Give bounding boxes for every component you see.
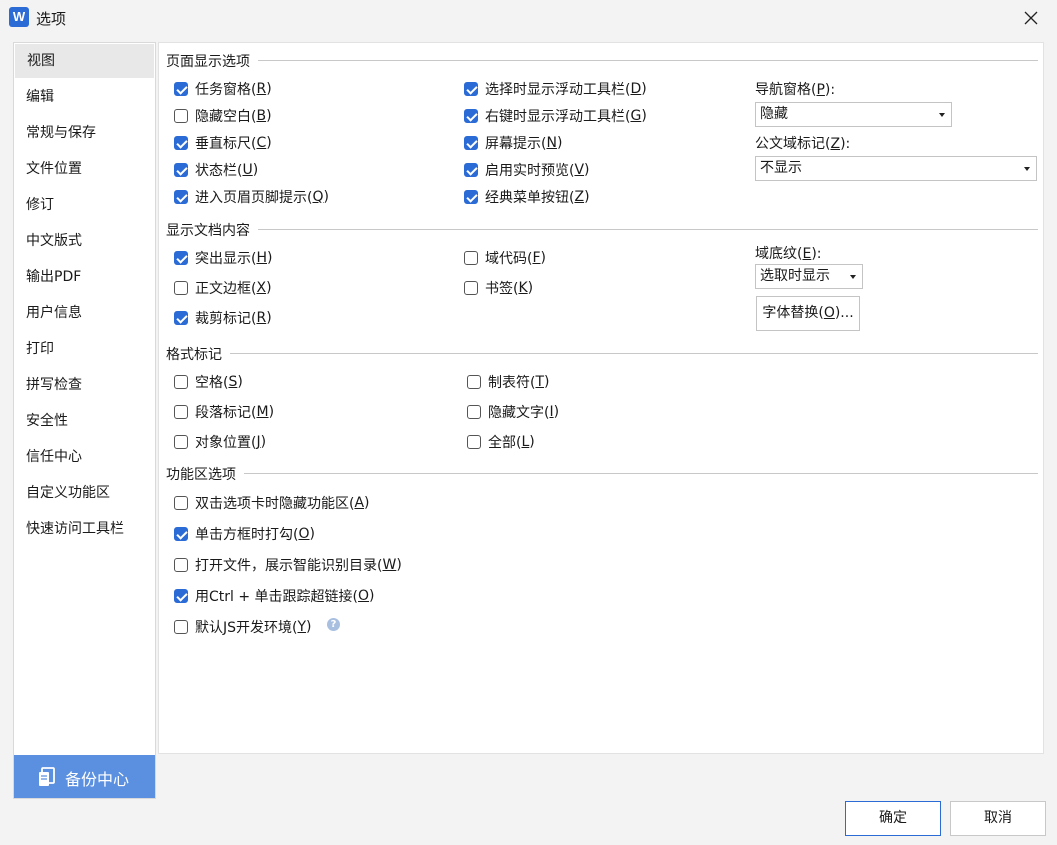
sidebar-item-quick-access-toolbar[interactable]: 快速访问工具栏	[14, 512, 155, 546]
checkbox-screen-tips[interactable]: 屏幕提示(N)	[464, 133, 562, 153]
checkbox-box	[464, 82, 478, 96]
sidebar-item-view[interactable]: 视图	[15, 44, 154, 78]
checkbox-click-to-check[interactable]: 单击方框时打勾(O)	[174, 524, 315, 544]
sidebar-item-spell-check[interactable]: 拼写检查	[14, 368, 155, 402]
checkbox-box	[174, 527, 188, 541]
checkbox-all-marks[interactable]: 全部(L)	[467, 432, 535, 452]
checkbox-box	[464, 136, 478, 150]
checkbox-float-toolbar-rightclick[interactable]: 右键时显示浮动工具栏(G)	[464, 106, 647, 126]
section-divider	[258, 229, 1038, 230]
checkbox-box	[464, 109, 478, 123]
checkbox-object-anchors[interactable]: 对象位置(J)	[174, 432, 266, 452]
checkbox-box	[174, 136, 188, 150]
checkbox-text-boundaries[interactable]: 正文边框(X)	[174, 278, 272, 298]
checkbox-box	[174, 558, 188, 572]
view-options-panel: 页面显示选项 任务窗格(R) 隐藏空白(B) 垂直标尺(C) 状态栏(U) 进入…	[158, 42, 1044, 754]
checkbox-field-codes[interactable]: 域代码(F)	[464, 248, 546, 268]
checkbox-live-preview[interactable]: 启用实时预览(V)	[464, 160, 590, 180]
ok-button[interactable]: 确定	[845, 801, 941, 836]
sidebar-item-edit[interactable]: 编辑	[14, 80, 155, 114]
field-mark-label: 公文域标记(Z):	[755, 136, 851, 152]
checkbox-task-pane[interactable]: 任务窗格(R)	[174, 79, 272, 99]
sidebar-item-chinese-layout[interactable]: 中文版式	[14, 224, 155, 258]
sidebar-item-export-pdf[interactable]: 输出PDF	[14, 260, 155, 294]
nav-pane-dropdown[interactable]: 隐藏	[755, 102, 952, 127]
sidebar-item-print[interactable]: 打印	[14, 332, 155, 366]
section-title-format-marks: 格式标记	[166, 347, 222, 363]
checkbox-box	[174, 435, 188, 449]
sidebar-item-user-info[interactable]: 用户信息	[14, 296, 155, 330]
checkbox-box	[467, 435, 481, 449]
checkbox-highlight[interactable]: 突出显示(H)	[174, 248, 272, 268]
checkbox-ctrl-click-hyperlink[interactable]: 用Ctrl + 单击跟踪超链接(O)	[174, 586, 375, 606]
options-sidebar: 视图 编辑 常规与保存 文件位置 修订 中文版式 输出PDF 用户信息 打印 拼…	[13, 42, 156, 799]
chevron-down-icon	[939, 113, 945, 117]
checkbox-box	[464, 190, 478, 204]
cancel-button[interactable]: 取消	[950, 801, 1046, 836]
close-button[interactable]	[1016, 4, 1046, 32]
field-shading-label: 域底纹(E):	[755, 246, 822, 262]
backup-center-button[interactable]: 备份中心	[14, 755, 155, 798]
nav-pane-label: 导航窗格(P):	[755, 82, 836, 98]
checkbox-box	[174, 589, 188, 603]
checkbox-status-bar[interactable]: 状态栏(U)	[174, 160, 258, 180]
sidebar-item-general-save[interactable]: 常规与保存	[14, 116, 155, 150]
close-icon	[1024, 11, 1038, 25]
checkbox-classic-menu[interactable]: 经典菜单按钮(Z)	[464, 187, 590, 207]
backup-center-label: 备份中心	[65, 770, 130, 789]
help-icon[interactable]: ?	[327, 618, 340, 631]
chevron-down-icon	[850, 275, 856, 279]
checkbox-box	[174, 375, 188, 389]
field-mark-dropdown[interactable]: 不显示	[755, 156, 1037, 181]
checkbox-box	[464, 251, 478, 265]
checkbox-box	[174, 190, 188, 204]
checkbox-box	[174, 82, 188, 96]
checkbox-box	[464, 163, 478, 177]
sidebar-item-security[interactable]: 安全性	[14, 404, 155, 438]
checkbox-float-toolbar-select[interactable]: 选择时显示浮动工具栏(D)	[464, 79, 647, 99]
checkbox-box	[174, 251, 188, 265]
sidebar-item-customize-ribbon[interactable]: 自定义功能区	[14, 476, 155, 510]
section-divider	[258, 60, 1038, 61]
checkbox-box	[467, 405, 481, 419]
checkbox-paragraph-marks[interactable]: 段落标记(M)	[174, 402, 274, 422]
section-title-page-display: 页面显示选项	[166, 54, 250, 70]
checkbox-box	[174, 163, 188, 177]
wps-writer-icon: W	[9, 7, 29, 27]
checkbox-dblclick-hide-ribbon[interactable]: 双击选项卡时隐藏功能区(A)	[174, 493, 370, 513]
checkbox-box	[174, 281, 188, 295]
sidebar-item-revisions[interactable]: 修订	[14, 188, 155, 222]
field-shading-dropdown[interactable]: 选取时显示	[755, 264, 863, 289]
section-divider	[244, 473, 1038, 474]
checkbox-box	[464, 281, 478, 295]
section-title-doc-content: 显示文档内容	[166, 223, 250, 239]
checkbox-box	[174, 109, 188, 123]
checkbox-spaces[interactable]: 空格(S)	[174, 372, 243, 392]
checkbox-tab-characters[interactable]: 制表符(T)	[467, 372, 550, 392]
checkbox-js-dev-env[interactable]: 默认JS开发环境(Y)	[174, 617, 312, 637]
checkbox-hidden-text[interactable]: 隐藏文字(I)	[467, 402, 559, 422]
backup-icon	[39, 767, 55, 786]
chevron-down-icon	[1024, 167, 1030, 171]
title-bar: W 选项	[0, 0, 1057, 36]
sidebar-item-trust-center[interactable]: 信任中心	[14, 440, 155, 474]
checkbox-box	[467, 375, 481, 389]
section-title-ribbon: 功能区选项	[166, 467, 236, 483]
checkbox-crop-marks[interactable]: 裁剪标记(R)	[174, 308, 272, 328]
font-substitution-button[interactable]: 字体替换(O)...	[756, 296, 860, 331]
dialog-title: 选项	[36, 10, 67, 28]
checkbox-box	[174, 496, 188, 510]
checkbox-bookmarks[interactable]: 书签(K)	[464, 278, 533, 298]
sidebar-item-file-locations[interactable]: 文件位置	[14, 152, 155, 186]
section-divider	[230, 353, 1038, 354]
checkbox-smart-toc[interactable]: 打开文件，展示智能识别目录(W)	[174, 555, 402, 575]
checkbox-hide-whitespace[interactable]: 隐藏空白(B)	[174, 106, 272, 126]
checkbox-box	[174, 620, 188, 634]
checkbox-box	[174, 405, 188, 419]
checkbox-box	[174, 311, 188, 325]
checkbox-vertical-ruler[interactable]: 垂直标尺(C)	[174, 133, 272, 153]
checkbox-header-footer-hint[interactable]: 进入页眉页脚提示(Q)	[174, 187, 329, 207]
